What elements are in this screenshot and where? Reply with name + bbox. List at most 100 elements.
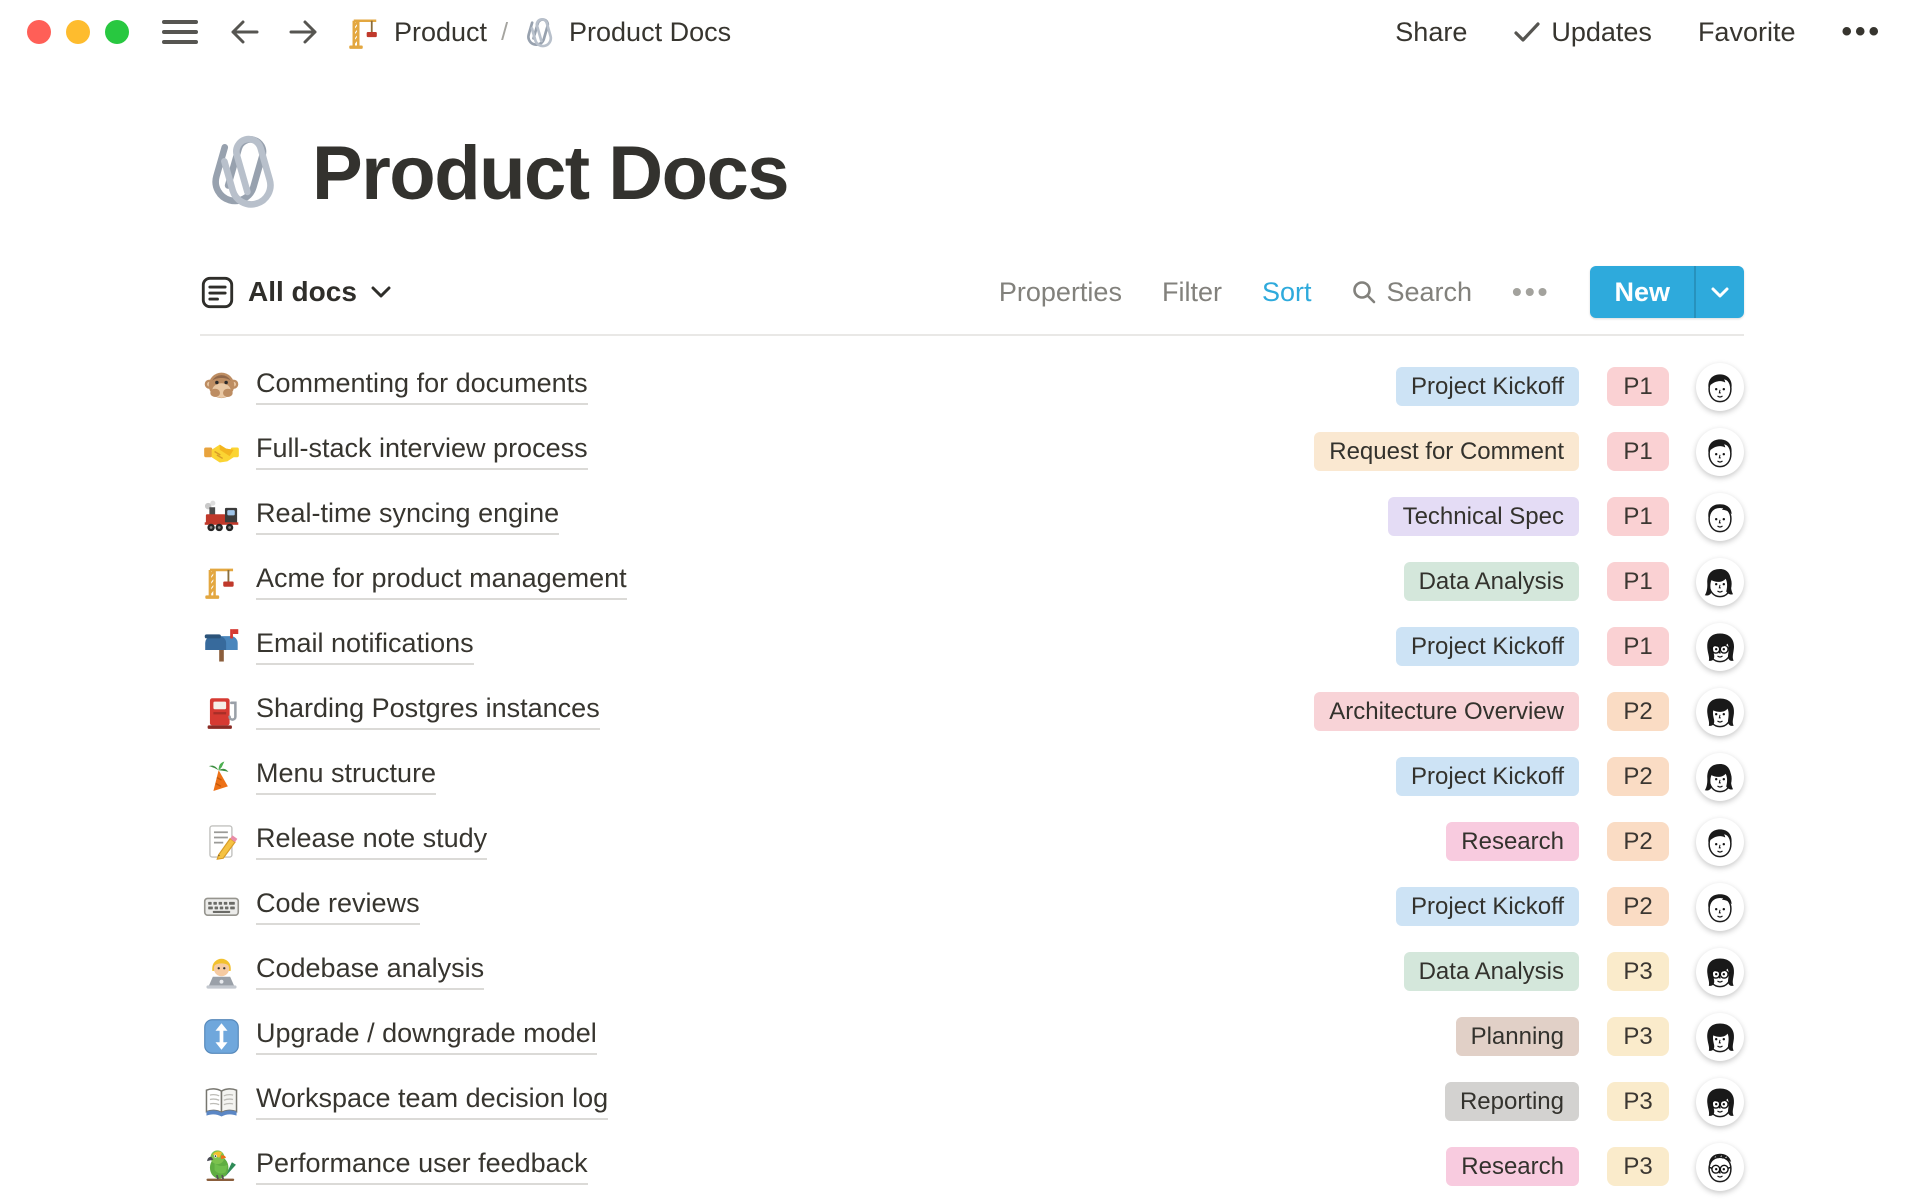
tag-badge[interactable]: Research [1446, 822, 1579, 861]
view-more-options-icon[interactable]: ••• [1512, 276, 1550, 308]
priority-badge[interactable]: P2 [1607, 887, 1669, 926]
keyboard-icon [200, 888, 242, 925]
doc-title[interactable]: Workspace team decision log [256, 1083, 608, 1119]
parrot-icon [200, 1148, 242, 1185]
tag-badge[interactable]: Technical Spec [1388, 497, 1579, 536]
avatar[interactable] [1696, 493, 1744, 541]
crane-icon [200, 563, 242, 600]
table-row[interactable]: Workspace team decision log Reporting P3 [200, 1069, 1744, 1134]
breadcrumb-item-product-docs[interactable]: Product Docs [522, 14, 731, 50]
up-down-button-icon [200, 1018, 242, 1055]
tag-badge[interactable]: Data Analysis [1404, 952, 1579, 991]
table-row[interactable]: Menu structure Project Kickoff P2 [200, 744, 1744, 809]
new-button-label[interactable]: New [1590, 266, 1694, 318]
tag-badge[interactable]: Project Kickoff [1396, 757, 1579, 796]
sort-button[interactable]: Sort [1262, 277, 1312, 308]
updates-button[interactable]: Updates [1513, 17, 1652, 48]
avatar[interactable] [1696, 1013, 1744, 1061]
properties-button[interactable]: Properties [999, 277, 1122, 308]
table-row[interactable]: Full-stack interview process Request for … [200, 419, 1744, 484]
priority-badge[interactable]: P1 [1607, 432, 1669, 471]
tag-badge[interactable]: Planning [1456, 1017, 1579, 1056]
page-icon-paperclips[interactable] [200, 126, 288, 214]
memo-icon [200, 823, 242, 860]
avatar[interactable] [1696, 623, 1744, 671]
avatar[interactable] [1696, 688, 1744, 736]
breadcrumb-label: Product Docs [569, 17, 731, 48]
doc-title[interactable]: Performance user feedback [256, 1148, 588, 1184]
more-options-icon[interactable]: ••• [1841, 15, 1882, 49]
sidebar-menu-icon[interactable] [161, 17, 199, 47]
close-window-icon[interactable] [27, 20, 51, 44]
doc-title[interactable]: Upgrade / downgrade model [256, 1018, 597, 1054]
avatar[interactable] [1696, 818, 1744, 866]
tag-badge[interactable]: Reporting [1445, 1082, 1579, 1121]
priority-badge[interactable]: P2 [1607, 692, 1669, 731]
page-content: Product Docs All docs Properties Filter … [0, 126, 1920, 1199]
avatar[interactable] [1696, 948, 1744, 996]
tag-badge[interactable]: Request for Comment [1314, 432, 1579, 471]
doc-title[interactable]: Code reviews [256, 888, 420, 924]
table-row[interactable]: Performance user feedback Research P3 [200, 1134, 1744, 1199]
view-selector-label: All docs [248, 276, 357, 308]
avatar[interactable] [1696, 363, 1744, 411]
priority-badge[interactable]: P3 [1607, 1017, 1669, 1056]
favorite-button[interactable]: Favorite [1698, 17, 1796, 48]
tag-badge[interactable]: Research [1446, 1147, 1579, 1186]
priority-badge[interactable]: P3 [1607, 952, 1669, 991]
share-button[interactable]: Share [1395, 17, 1467, 48]
zoom-window-icon[interactable] [105, 20, 129, 44]
new-button-chevron-down-icon[interactable] [1696, 266, 1744, 318]
doc-title[interactable]: Codebase analysis [256, 953, 484, 989]
table-row[interactable]: Commenting for documents Project Kickoff P… [200, 354, 1744, 419]
forward-arrow-icon[interactable] [287, 18, 319, 46]
doc-title[interactable]: Real-time syncing engine [256, 498, 559, 534]
priority-badge[interactable]: P3 [1607, 1082, 1669, 1121]
page-title: Product Docs [312, 134, 788, 214]
avatar[interactable] [1696, 1078, 1744, 1126]
avatar[interactable] [1696, 428, 1744, 476]
search-button[interactable]: Search [1351, 277, 1472, 308]
breadcrumb-label: Product [394, 17, 487, 48]
tag-badge[interactable]: Project Kickoff [1396, 627, 1579, 666]
doc-title[interactable]: Acme for product management [256, 563, 627, 599]
avatar[interactable] [1696, 558, 1744, 606]
table-row[interactable]: Acme for product management Data Analysis… [200, 549, 1744, 614]
tag-badge[interactable]: Project Kickoff [1396, 367, 1579, 406]
doc-title[interactable]: Release note study [256, 823, 487, 859]
window-titlebar: Product / Product Docs Share Updates Fav… [0, 0, 1920, 64]
doc-title[interactable]: Full-stack interview process [256, 433, 588, 469]
priority-badge[interactable]: P2 [1607, 757, 1669, 796]
avatar[interactable] [1696, 883, 1744, 931]
filter-button[interactable]: Filter [1162, 277, 1222, 308]
breadcrumb-item-product[interactable]: Product [347, 14, 487, 50]
table-row[interactable]: Email notifications Project Kickoff P1 [200, 614, 1744, 679]
table-row[interactable]: Real-time syncing engine Technical Spec P1 [200, 484, 1744, 549]
back-arrow-icon[interactable] [229, 18, 261, 46]
priority-badge[interactable]: P1 [1607, 367, 1669, 406]
priority-badge[interactable]: P1 [1607, 562, 1669, 601]
locomotive-icon [200, 498, 242, 535]
view-selector[interactable]: All docs [200, 275, 392, 310]
tag-badge[interactable]: Architecture Overview [1314, 692, 1579, 731]
tag-badge[interactable]: Data Analysis [1404, 562, 1579, 601]
doc-title[interactable]: Menu structure [256, 758, 436, 794]
doc-title[interactable]: Email notifications [256, 628, 474, 664]
table-row[interactable]: Sharding Postgres instances Architecture … [200, 679, 1744, 744]
avatar[interactable] [1696, 753, 1744, 801]
tag-badge[interactable]: Project Kickoff [1396, 887, 1579, 926]
doc-title[interactable]: Sharding Postgres instances [256, 693, 600, 729]
priority-badge[interactable]: P1 [1607, 497, 1669, 536]
table-row[interactable]: Code reviews Project Kickoff P2 [200, 874, 1744, 939]
avatar[interactable] [1696, 1143, 1744, 1191]
table-row[interactable]: Codebase analysis Data Analysis P3 [200, 939, 1744, 1004]
new-button[interactable]: New [1590, 266, 1744, 318]
priority-badge[interactable]: P3 [1607, 1147, 1669, 1186]
table-row[interactable]: Release note study Research P2 [200, 809, 1744, 874]
priority-badge[interactable]: P2 [1607, 822, 1669, 861]
priority-badge[interactable]: P1 [1607, 627, 1669, 666]
minimize-window-icon[interactable] [66, 20, 90, 44]
doc-title[interactable]: Commenting for documents [256, 368, 588, 404]
traffic-lights [27, 20, 129, 44]
table-row[interactable]: Upgrade / downgrade model Planning P3 [200, 1004, 1744, 1069]
